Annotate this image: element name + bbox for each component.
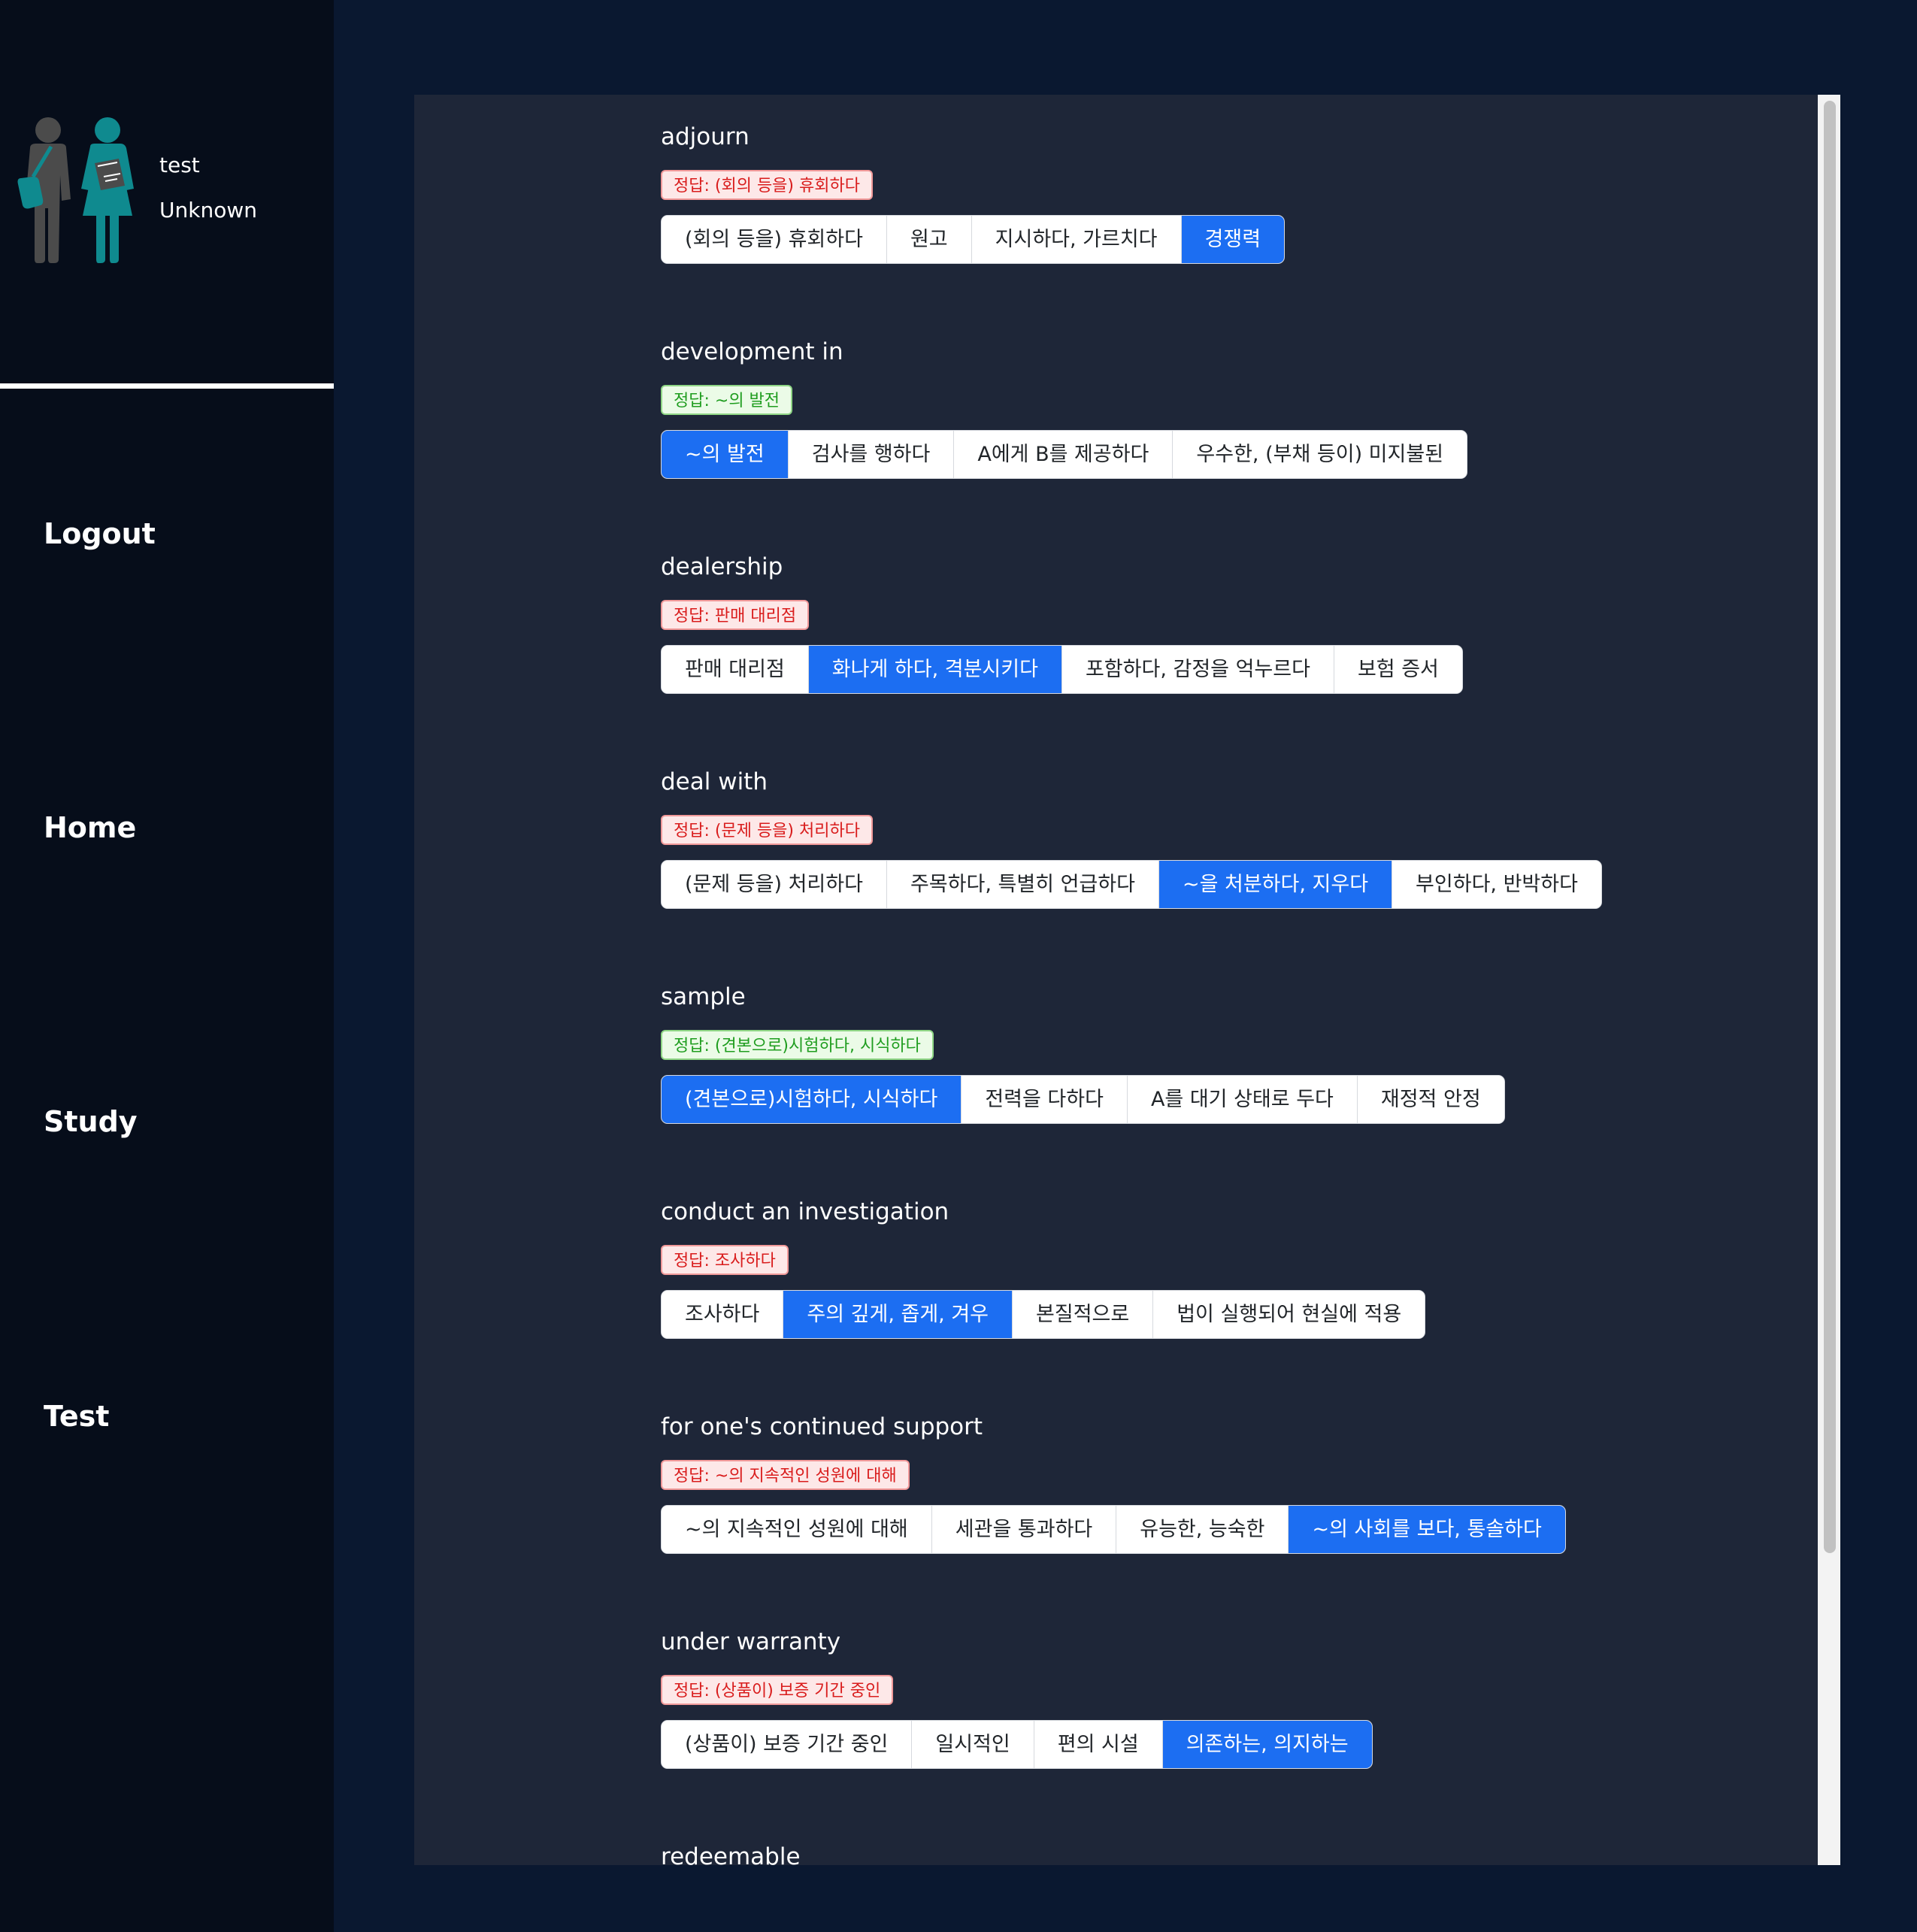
nav-home[interactable]: Home: [44, 811, 136, 844]
option-button[interactable]: 편의 시설: [1034, 1721, 1163, 1768]
option-group: 조사하다 주의 깊게, 좁게, 겨우 본질적으로 법이 실행되어 현실에 적용: [661, 1290, 1426, 1339]
option-button[interactable]: 포함하다, 감정을 억누르다: [1061, 646, 1334, 693]
answer-badge-wrong: 정답: (상품이) 보증 기간 중인: [661, 1675, 894, 1705]
option-button[interactable]: 세관을 통과하다: [931, 1506, 1117, 1553]
option-button[interactable]: 원고: [886, 216, 972, 263]
option-button-selected[interactable]: 화나게 하다, 격분시키다: [808, 646, 1062, 693]
question-word: conduct an investigation: [661, 1198, 949, 1225]
option-button[interactable]: 판매 대리점: [662, 646, 809, 693]
option-group: ~의 발전 검사를 행하다 A에게 B를 제공하다 우수한, (부채 등이) 미…: [661, 430, 1468, 479]
option-button[interactable]: A를 대기 상태로 두다: [1127, 1076, 1358, 1123]
option-group: (회의 등을) 휴회하다 원고 지시하다, 가르치다 경쟁력: [661, 215, 1286, 264]
question-word: for one's continued support: [661, 1413, 983, 1440]
nav-study[interactable]: Study: [44, 1105, 138, 1138]
user-avatar-icon: [17, 117, 134, 263]
profile-section: test Unknown: [0, 0, 334, 385]
option-button[interactable]: ~의 지속적인 성원에 대해: [662, 1506, 932, 1553]
option-button[interactable]: 우수한, (부채 등이) 미지불된: [1173, 431, 1467, 478]
option-button-selected[interactable]: ~의 사회를 보다, 통솔하다: [1289, 1506, 1565, 1553]
option-button-selected[interactable]: (견본으로)시험하다, 시식하다: [662, 1076, 962, 1123]
nav-logout[interactable]: Logout: [44, 517, 156, 550]
option-button[interactable]: 법이 실행되어 현실에 적용: [1153, 1291, 1425, 1338]
option-button[interactable]: 지시하다, 가르치다: [971, 216, 1182, 263]
sidebar: test Unknown Logout Home Study Test: [0, 0, 334, 1932]
option-button[interactable]: (상품이) 보증 기간 중인: [662, 1721, 913, 1768]
user-status: Unknown: [159, 198, 257, 223]
question-word: sample: [661, 983, 746, 1010]
option-group: (견본으로)시험하다, 시식하다 전력을 다하다 A를 대기 상태로 두다 재정…: [661, 1075, 1505, 1124]
option-button-selected[interactable]: 주의 깊게, 좁게, 겨우: [783, 1291, 1013, 1338]
option-group: (문제 등을) 처리하다 주목하다, 특별히 언급하다 ~을 처분하다, 지우다…: [661, 860, 1602, 909]
option-button[interactable]: 본질적으로: [1013, 1291, 1154, 1338]
option-button-selected[interactable]: 경쟁력: [1181, 216, 1285, 263]
option-button[interactable]: 전력을 다하다: [962, 1076, 1128, 1123]
option-button-selected[interactable]: 의존하는, 의지하는: [1162, 1721, 1372, 1768]
option-button[interactable]: 보험 증서: [1334, 646, 1462, 693]
question-word: development in: [661, 338, 843, 365]
option-button[interactable]: 주목하다, 특별히 언급하다: [886, 861, 1159, 908]
answer-badge-wrong: 정답: ~의 지속적인 성원에 대해: [661, 1460, 910, 1490]
answer-badge-wrong: 정답: (회의 등을) 휴회하다: [661, 170, 873, 200]
option-button[interactable]: A에게 B를 제공하다: [954, 431, 1174, 478]
question-word: dealership: [661, 553, 783, 580]
answer-badge-wrong: 정답: (문제 등을) 처리하다: [661, 815, 873, 845]
answer-badge-correct: 정답: (견본으로)시험하다, 시식하다: [661, 1030, 934, 1060]
quiz-results-panel: adjourn 정답: (회의 등을) 휴회하다 (회의 등을) 휴회하다 원고…: [414, 95, 1818, 1865]
option-button-selected[interactable]: ~을 처분하다, 지우다: [1158, 861, 1393, 908]
option-button[interactable]: 부인하다, 반박하다: [1392, 861, 1601, 908]
option-button-selected[interactable]: ~의 발전: [662, 431, 789, 478]
answer-badge-wrong: 정답: 판매 대리점: [661, 600, 810, 630]
answer-badge-correct: 정답: ~의 발전: [661, 385, 793, 415]
option-button[interactable]: 유능한, 능숙한: [1116, 1506, 1289, 1553]
question-word: under warranty: [661, 1628, 841, 1655]
question-word: adjourn: [661, 123, 750, 150]
option-button[interactable]: (회의 등을) 휴회하다: [662, 216, 887, 263]
option-group: ~의 지속적인 성원에 대해 세관을 통과하다 유능한, 능숙한 ~의 사회를 …: [661, 1505, 1566, 1554]
option-button[interactable]: (문제 등을) 처리하다: [662, 861, 887, 908]
question-word: redeemable: [661, 1843, 801, 1865]
option-group: 판매 대리점 화나게 하다, 격분시키다 포함하다, 감정을 억누르다 보험 증…: [661, 645, 1463, 694]
option-button[interactable]: 조사하다: [662, 1291, 784, 1338]
sidebar-divider: [0, 383, 334, 389]
nav-test[interactable]: Test: [44, 1400, 109, 1433]
scrollbar-thumb[interactable]: [1824, 101, 1836, 1553]
option-button[interactable]: 검사를 행하다: [788, 431, 955, 478]
option-button[interactable]: 재정적 안정: [1357, 1076, 1504, 1123]
answer-badge-wrong: 정답: 조사하다: [661, 1245, 789, 1275]
question-word: deal with: [661, 768, 768, 795]
option-button[interactable]: 일시적인: [912, 1721, 1034, 1768]
option-group: (상품이) 보증 기간 중인 일시적인 편의 시설 의존하는, 의지하는: [661, 1720, 1373, 1769]
user-name: test: [159, 153, 200, 177]
